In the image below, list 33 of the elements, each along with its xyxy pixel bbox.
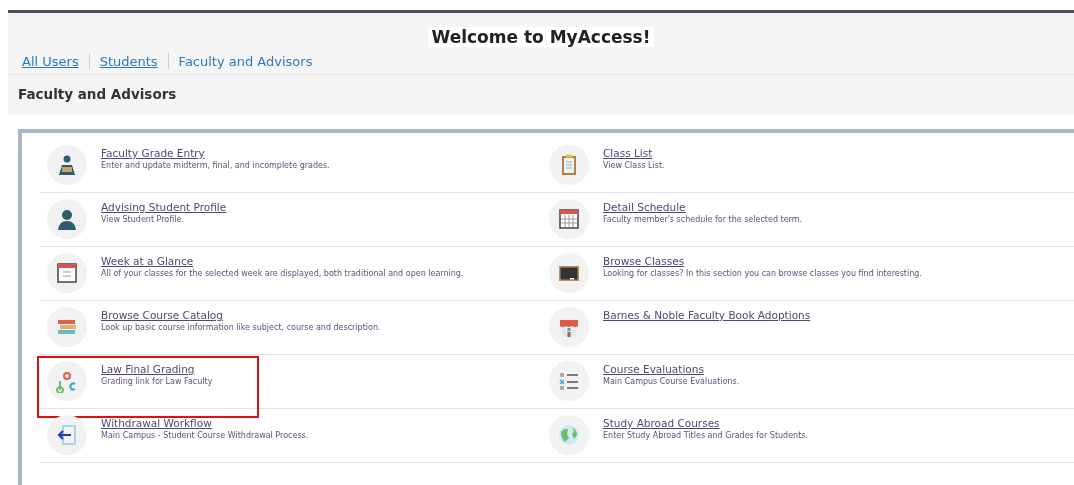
link-description: Looking for classes? In this section you can browse classes you find interesting.	[603, 269, 922, 278]
link-description: Grading link for Law Faculty	[101, 377, 213, 386]
menu-link[interactable]: Advising Student Profile	[101, 201, 227, 213]
exit-arrow-icon	[55, 423, 79, 447]
menu-link[interactable]: Browse Classes	[603, 255, 922, 267]
menu-link[interactable]: Class List	[603, 147, 665, 159]
menu-link[interactable]: Barnes & Noble Faculty Book Adoptions	[603, 309, 811, 321]
page-title: Welcome to MyAccess!	[427, 27, 655, 47]
link-description: Faculty member's schedule for the selected term.	[603, 215, 803, 224]
menu-link[interactable]: Course Evaluations	[603, 363, 740, 375]
link-description: Main Campus - Student Course Withdrawal Process.	[101, 431, 309, 440]
link-description: All of your classes for the selected week are displayed, both traditional and open learning.	[101, 269, 464, 278]
menu-link[interactable]: Withdrawal Workflow	[101, 417, 309, 429]
nav-tab[interactable]: Faculty and Advisors	[168, 53, 323, 69]
calendar-icon	[55, 261, 79, 285]
link-description: Main Campus Course Evaluations.	[603, 377, 740, 386]
menu-link[interactable]: Law Final Grading	[101, 363, 213, 375]
menu-link[interactable]: Browse Course Catalog	[101, 309, 381, 321]
menu-link[interactable]: Faculty Grade Entry	[101, 147, 330, 159]
link-description: Enter Study Abroad Titles and Grades for Students.	[603, 431, 809, 440]
link-description: Look up basic course information like subject, course and description.	[101, 323, 381, 332]
menu-link[interactable]: Study Abroad Courses	[603, 417, 809, 429]
menu-link[interactable]: Week at a Glance	[101, 255, 464, 267]
nav-tab[interactable]: All Users	[22, 53, 89, 69]
menu-link[interactable]: Detail Schedule	[603, 201, 803, 213]
nav-tab[interactable]: Students	[89, 53, 168, 69]
link-description: View Class List.	[603, 161, 665, 170]
link-description: Enter and update midterm, final, and incomplete grades.	[101, 161, 330, 170]
person-icon	[55, 207, 79, 231]
link-description: View Student Profile.	[101, 215, 185, 224]
section-title: Faculty and Advisors	[17, 85, 178, 104]
globe-icon	[557, 423, 581, 447]
calendar-grid-icon	[557, 207, 581, 231]
